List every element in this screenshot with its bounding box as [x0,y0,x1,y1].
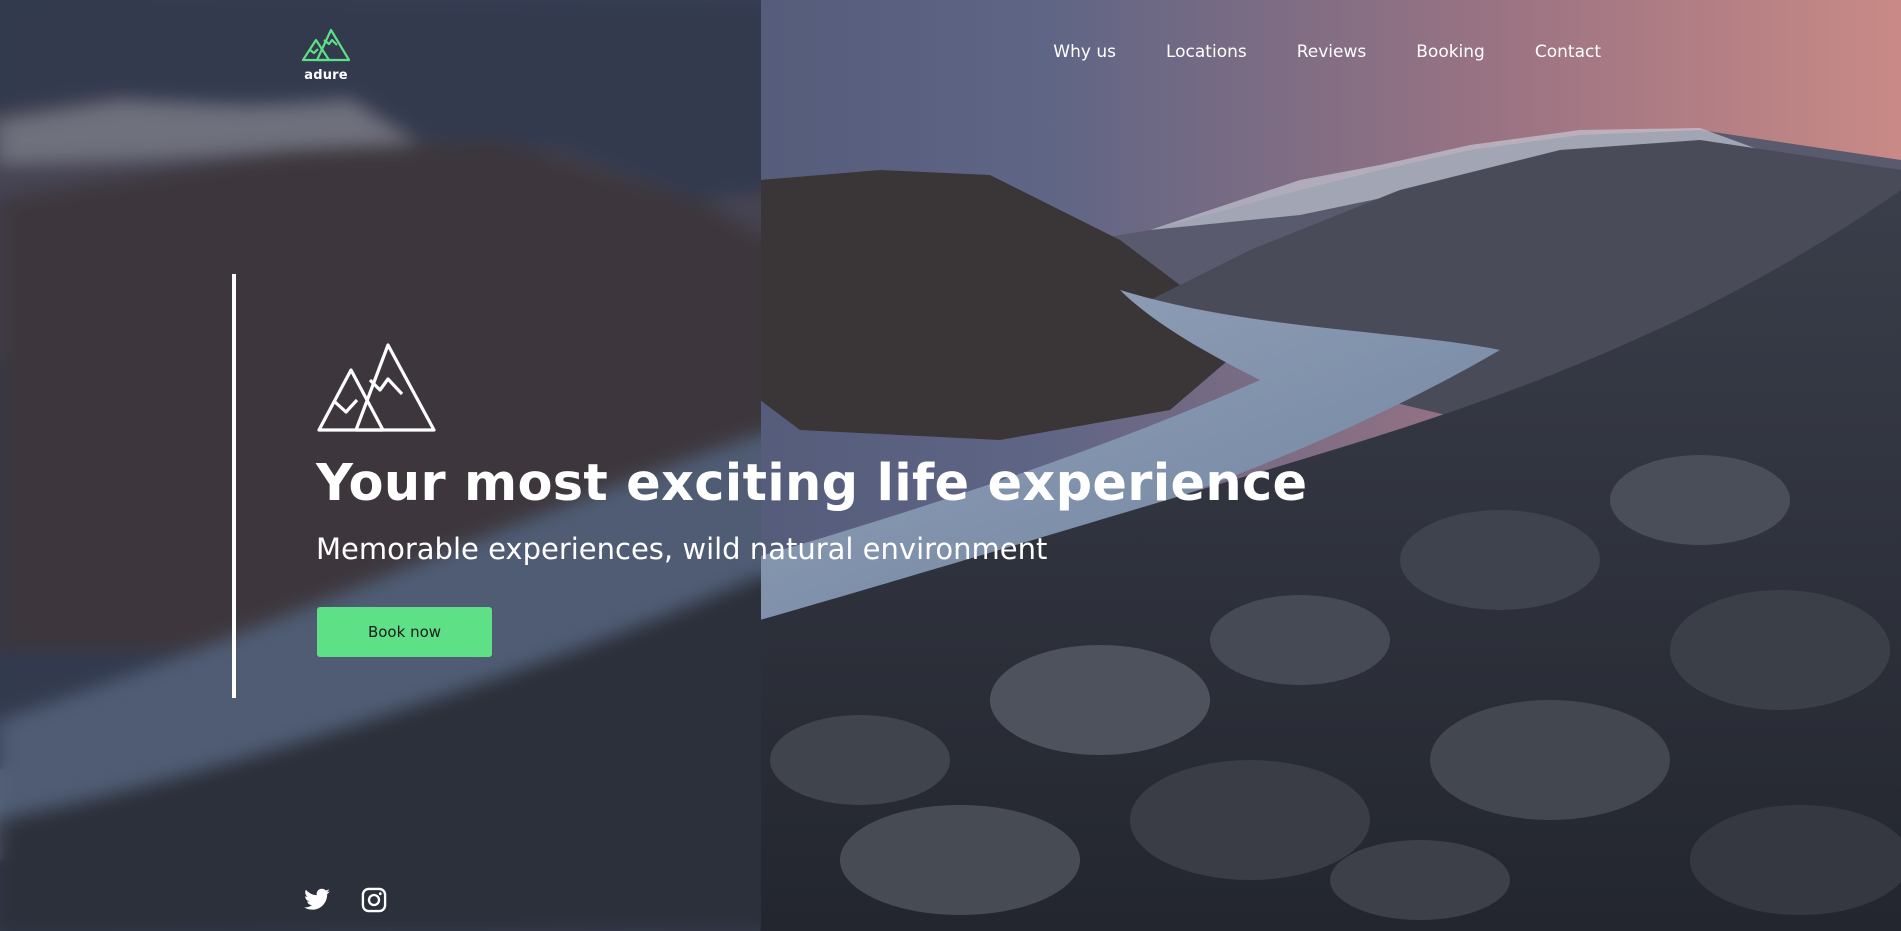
nav-item-reviews[interactable]: Reviews [1297,42,1367,62]
main-nav: Why us Locations Reviews Booking Contact [1003,42,1601,62]
nav-item-booking[interactable]: Booking [1416,42,1485,62]
book-now-button[interactable]: Book now [317,607,492,657]
twitter-icon [304,888,330,910]
hero-accent-line [232,274,236,698]
mountain-icon [317,343,436,432]
logo-text: adure [304,68,348,83]
nav-item-why-us[interactable]: Why us [1053,42,1116,62]
hero-title: Your most exciting life experience [316,454,1308,513]
twitter-link[interactable] [303,886,331,914]
nav-item-contact[interactable]: Contact [1535,42,1601,62]
hero-subtitle: Memorable experiences, wild natural envi… [316,532,1048,566]
site-logo[interactable]: adure [299,24,353,83]
instagram-link[interactable] [360,886,388,914]
instagram-icon [361,887,387,913]
mountain-logo-icon [301,28,351,62]
nav-item-locations[interactable]: Locations [1166,42,1247,62]
